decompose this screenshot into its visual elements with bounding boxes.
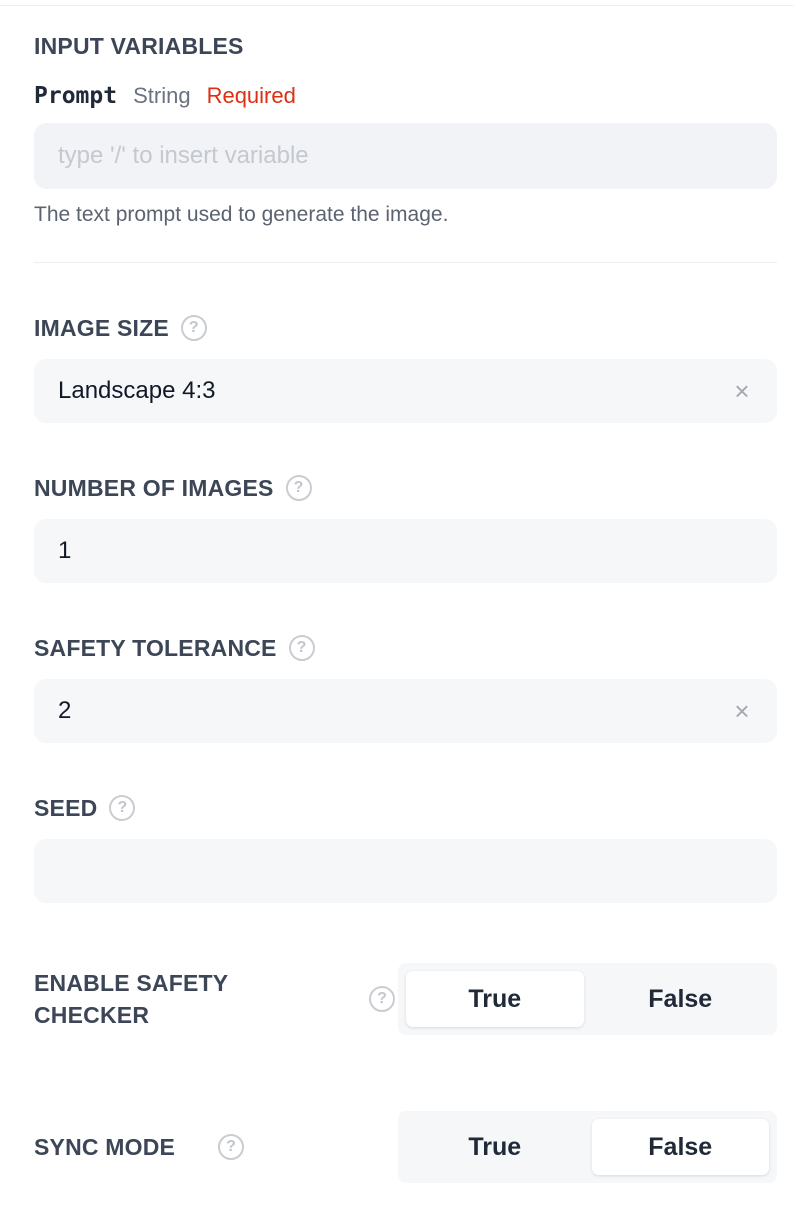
seed-label: SEED ?	[34, 792, 136, 824]
seed-input[interactable]	[34, 839, 777, 903]
question-circle-icon[interactable]: ?	[109, 795, 136, 821]
image-size-label-text: IMAGE SIZE	[34, 315, 169, 341]
safety-checker-label-line2: CHECKER	[34, 1002, 150, 1028]
safety-tolerance-label: SAFETY TOLERANCE ?	[34, 632, 315, 664]
variable-name: Prompt	[34, 83, 118, 109]
prompt-input-container	[34, 123, 777, 189]
sync-mode-row: SYNC MODE ? True False	[34, 1111, 777, 1183]
close-icon[interactable]: ×	[731, 698, 753, 724]
seed-label-text: SEED	[34, 795, 98, 821]
sync-mode-toggle: True False	[398, 1111, 777, 1183]
close-icon[interactable]: ×	[731, 378, 753, 404]
safety-checker-true-option[interactable]: True	[406, 971, 584, 1027]
safety-checker-toggle: True False	[398, 963, 777, 1035]
section-divider	[34, 262, 777, 263]
safety-tolerance-label-text: SAFETY TOLERANCE	[34, 635, 277, 661]
sync-mode-true-option[interactable]: True	[406, 1119, 584, 1175]
safety-checker-label: ENABLE SAFETY CHECKER	[34, 967, 228, 1031]
num-images-label: NUMBER OF IMAGES ?	[34, 472, 312, 504]
image-size-label: IMAGE SIZE ?	[34, 312, 207, 344]
image-size-value: Landscape 4:3	[58, 377, 216, 404]
num-images-label-text: NUMBER OF IMAGES	[34, 475, 274, 501]
prompt-help-text: The text prompt used to generate the ima…	[34, 203, 449, 226]
sync-mode-label: SYNC MODE	[34, 1134, 176, 1160]
required-badge: Required	[206, 83, 296, 108]
num-images-input[interactable]: 1	[34, 519, 777, 583]
question-circle-icon[interactable]: ?	[369, 986, 395, 1012]
num-images-value: 1	[58, 537, 72, 564]
prompt-input[interactable]	[34, 123, 777, 189]
safety-tolerance-select[interactable]: 2 ×	[34, 679, 777, 743]
prompt-variable-header: Prompt String Required	[34, 83, 296, 109]
question-circle-icon[interactable]: ?	[285, 475, 312, 501]
question-circle-icon[interactable]: ?	[180, 315, 207, 341]
question-circle-icon[interactable]: ?	[218, 1134, 244, 1160]
safety-checker-false-option[interactable]: False	[592, 971, 770, 1027]
section-title: INPUT VARIABLES	[34, 33, 244, 59]
top-divider	[0, 5, 794, 6]
safety-checker-row: ENABLE SAFETY CHECKER ? True False	[34, 963, 777, 1035]
question-circle-icon[interactable]: ?	[288, 635, 315, 661]
safety-tolerance-value: 2	[58, 697, 72, 724]
sync-mode-false-option[interactable]: False	[591, 1119, 769, 1175]
safety-checker-label-line1: ENABLE SAFETY	[34, 970, 229, 996]
variable-type: String	[133, 83, 191, 108]
image-size-select[interactable]: Landscape 4:3 ×	[34, 359, 777, 423]
